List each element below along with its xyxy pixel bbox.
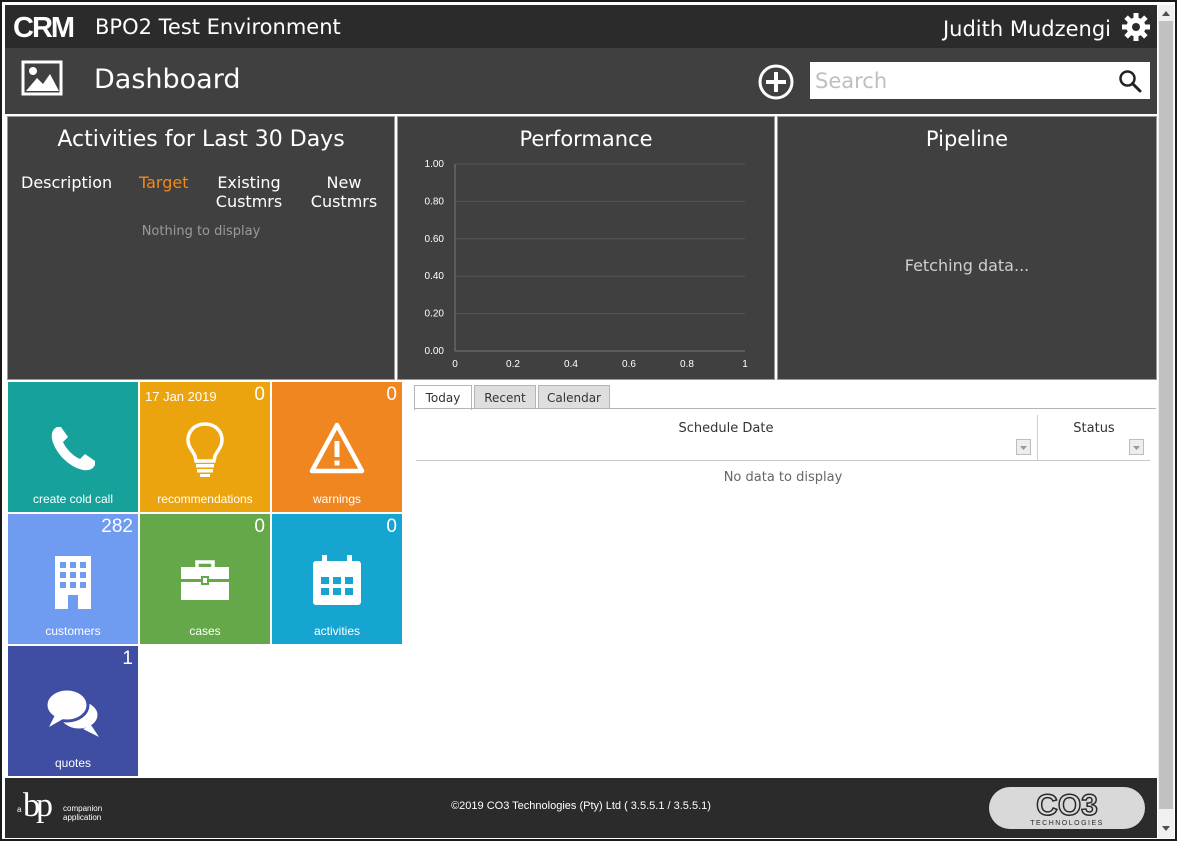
y-tick-label: 0.00 bbox=[425, 346, 445, 357]
building-icon bbox=[55, 556, 91, 609]
page-title: Dashboard bbox=[94, 64, 241, 95]
image-icon bbox=[21, 60, 63, 96]
pipeline-title: Pipeline bbox=[925, 127, 1009, 151]
activities-panel: Activities for Last 30 Days Description … bbox=[7, 116, 395, 380]
top-bar: CRM BPO2 Test Environment Judith Mudzeng… bbox=[5, 5, 1157, 48]
gear-icon[interactable] bbox=[1121, 12, 1151, 42]
tile-count: 282 bbox=[101, 516, 133, 537]
user-name[interactable]: Judith Mudzengi bbox=[943, 17, 1111, 41]
schedule-date-filter-button[interactable] bbox=[1016, 439, 1031, 455]
tile-count: 0 bbox=[254, 516, 265, 537]
tile-count: 0 bbox=[386, 384, 397, 405]
tab-recent[interactable]: Recent bbox=[474, 385, 536, 409]
scroll-down-icon[interactable] bbox=[1162, 826, 1170, 831]
tile-recommendations[interactable]: 17 Jan 2019 0 recommendations bbox=[140, 382, 270, 512]
calendar-icon bbox=[313, 555, 361, 605]
search-icon[interactable] bbox=[1118, 69, 1142, 93]
tile-label: create cold call bbox=[32, 492, 114, 506]
page-scrollbar[interactable] bbox=[1158, 5, 1174, 838]
tile-label: warnings bbox=[312, 492, 362, 506]
schedule-empty-message: No data to display bbox=[723, 470, 843, 485]
column-existing-customers: Existing Custmrs bbox=[215, 173, 283, 211]
y-tick-label: 0.80 bbox=[425, 196, 445, 207]
copyright-text: ©2019 CO3 Technologies (Pty) Ltd ( 3.5.5… bbox=[451, 800, 711, 812]
scroll-up-icon[interactable] bbox=[1162, 11, 1170, 16]
tile-label: activities bbox=[313, 624, 360, 638]
tile-activities[interactable]: 0 activities bbox=[272, 514, 402, 644]
column-schedule-date-label: Schedule Date bbox=[678, 421, 774, 436]
co3-logo-sub: TECHNOLOGIES bbox=[1030, 820, 1104, 827]
y-tick-label: 1.00 bbox=[425, 159, 445, 170]
tile-create-cold-call[interactable]: create cold call bbox=[8, 382, 138, 512]
column-description: Description bbox=[21, 173, 113, 192]
pipeline-panel: Pipeline Fetching data... bbox=[777, 116, 1157, 380]
tile-customers[interactable]: 282 customers bbox=[8, 514, 138, 644]
bp-logo-line2: application bbox=[63, 813, 101, 822]
tile-label: cases bbox=[189, 624, 221, 638]
performance-chart: 1.00 0.80 0.60 0.40 0.20 0.00 0 0.2 0.4 0.6 0.8 1 bbox=[425, 159, 749, 370]
tile-date: 17 Jan 2019 bbox=[145, 389, 217, 404]
column-new-customers: New Custmrs bbox=[310, 173, 378, 211]
environment-title: BPO2 Test Environment bbox=[95, 15, 341, 39]
x-tick-label: 0.6 bbox=[622, 359, 636, 370]
tile-count: 0 bbox=[386, 516, 397, 537]
tile-label: customers bbox=[45, 624, 101, 638]
tile-count: 0 bbox=[254, 384, 265, 405]
status-filter-button[interactable] bbox=[1129, 439, 1144, 455]
search-box bbox=[810, 62, 1150, 99]
crm-logo-text: CRM bbox=[13, 13, 74, 41]
x-tick-label: 0.2 bbox=[506, 359, 520, 370]
column-schedule-date[interactable]: Schedule Date bbox=[416, 415, 1036, 460]
warning-icon bbox=[309, 422, 365, 474]
briefcase-icon bbox=[181, 560, 229, 600]
performance-panel: Performance 1.00 0.80 0.60 0.40 0.20 0.00 0 0.2… bbox=[397, 116, 775, 380]
activities-title: Activities for Last 30 Days bbox=[57, 127, 345, 152]
column-target: Target bbox=[139, 173, 189, 192]
tab-underline bbox=[414, 408, 1156, 409]
plus-circle-icon[interactable] bbox=[757, 63, 795, 101]
co3-logo-mark: CO3 bbox=[1036, 789, 1098, 822]
x-tick-label: 0.8 bbox=[680, 359, 694, 370]
tab-today[interactable]: Today bbox=[414, 385, 472, 410]
tile-count: 1 bbox=[122, 648, 133, 669]
y-tick-label: 0.20 bbox=[425, 309, 445, 320]
chevron-down-icon bbox=[1133, 446, 1140, 450]
search-input[interactable] bbox=[810, 62, 1110, 99]
y-tick-label: 0.40 bbox=[425, 271, 445, 282]
lightbulb-icon bbox=[186, 422, 224, 477]
y-tick-label: 0.60 bbox=[425, 234, 445, 245]
app-window: CRM BPO2 Test Environment Judith Mudzeng… bbox=[0, 0, 1177, 841]
co3-technologies-logo: CO3 TECHNOLOGIES bbox=[989, 787, 1145, 829]
chevron-down-icon bbox=[1020, 446, 1027, 450]
page-header: Dashboard bbox=[5, 48, 1157, 114]
empty-message: Nothing to display bbox=[141, 224, 261, 239]
x-tick-label: 0.4 bbox=[564, 359, 578, 370]
x-tick-label: 0 bbox=[452, 359, 458, 370]
grid-header-line bbox=[416, 460, 1150, 461]
scrollbar-thumb[interactable] bbox=[1159, 21, 1173, 809]
x-tick-label: 1 bbox=[742, 359, 748, 370]
pipeline-status: Fetching data... bbox=[904, 256, 1030, 275]
tile-warnings[interactable]: 0 warnings bbox=[272, 382, 402, 512]
column-status-label: Status bbox=[1073, 421, 1115, 436]
phone-icon bbox=[51, 427, 95, 471]
chat-bubbles-icon bbox=[44, 687, 101, 737]
tile-quotes[interactable]: 1 quotes bbox=[8, 646, 138, 776]
footer: a bp companion application ©2019 CO3 Tec… bbox=[5, 778, 1157, 838]
tile-label: recommendations bbox=[157, 492, 253, 506]
tile-label: quotes bbox=[54, 756, 92, 770]
tab-calendar[interactable]: Calendar bbox=[538, 385, 610, 409]
crm-logo: CRM bbox=[13, 13, 76, 41]
tile-cases[interactable]: 0 cases bbox=[140, 514, 270, 644]
